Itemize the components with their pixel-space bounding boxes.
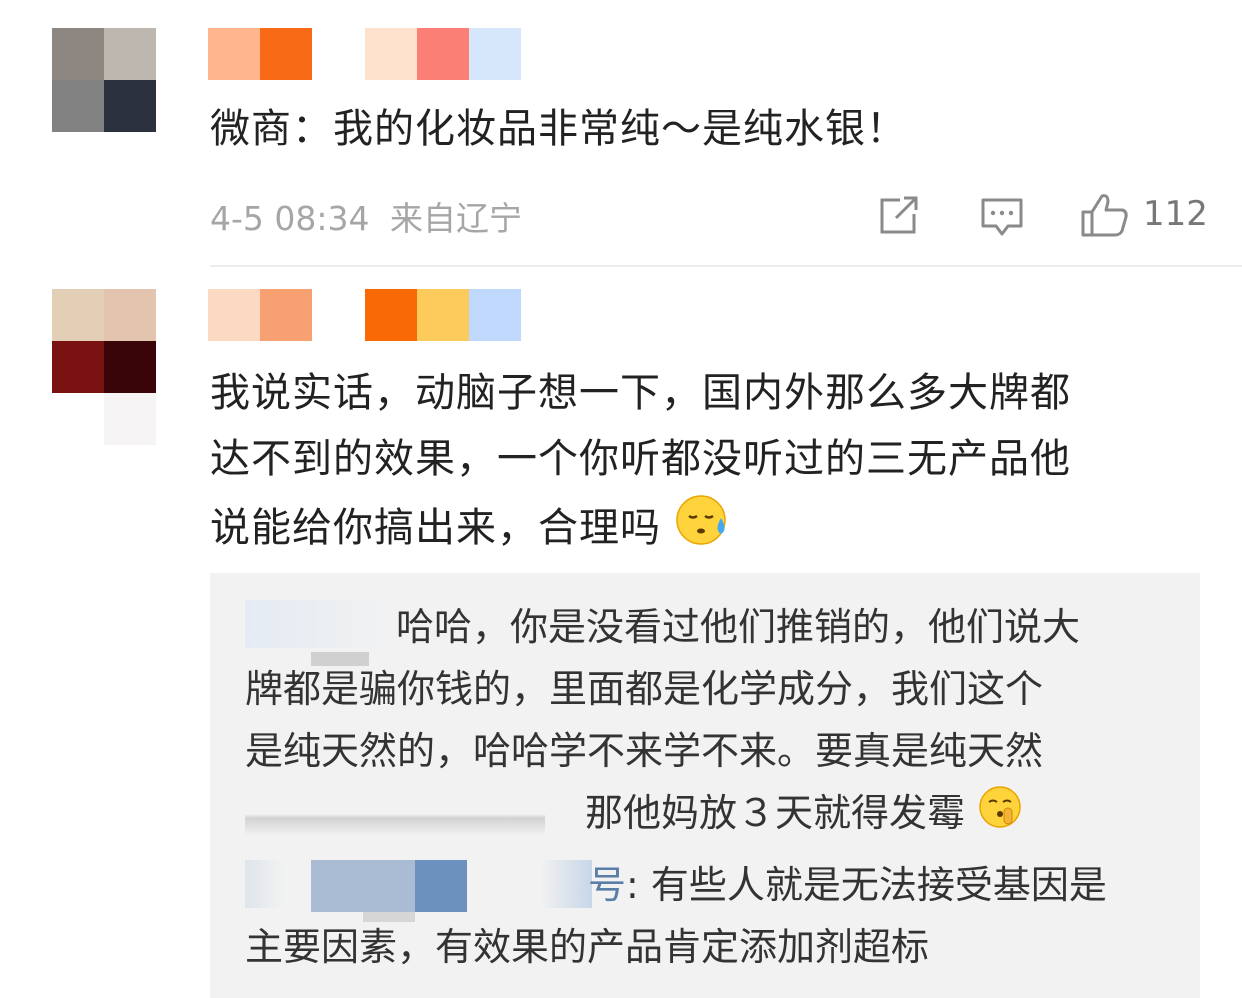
user-badges-blurred	[365, 289, 521, 341]
comment-text-line-1: 我说实话，动脑子想一下，国内外那么多大牌都	[210, 370, 1071, 416]
reply-username-blurred[interactable]	[311, 860, 415, 912]
comment-text-line-2: 达不到的效果，一个你听都没听过的三无产品他	[210, 436, 1071, 482]
reply-text-line-2: 牌都是骗你钱的，里面都是化学成分，我们这个	[245, 667, 1044, 711]
shushing-face-emoji	[977, 784, 1023, 848]
avatar[interactable]	[52, 289, 156, 393]
comment-time: 4-5 08:34	[210, 199, 370, 238]
reply-text-line-4: 那他妈放３天就得发霉	[585, 782, 1185, 848]
reply-text-line-1: 号: 有些人就是无法接受基因是	[588, 854, 1188, 916]
reply-username-tail[interactable]: 号	[588, 863, 626, 907]
thumbs-up-icon[interactable]	[1080, 192, 1130, 242]
comment-meta: 4-5 08:34 来自辽宁	[210, 192, 522, 240]
comment-icon[interactable]	[980, 196, 1024, 242]
reply-username-blurred[interactable]	[540, 860, 592, 908]
reply-text-line-1: 哈哈，你是没看过他们推销的，他们说大	[396, 596, 1176, 658]
like-count: 112	[1143, 194, 1208, 234]
reply-text-line-2: 主要因素，有效果的产品肯定添加剂超标	[245, 925, 930, 969]
reply-text-line-1-content: : 有些人就是无法接受基因是	[626, 863, 1107, 907]
divider	[210, 265, 1242, 267]
reply-username-blurred[interactable]	[245, 860, 285, 908]
reply-username-blurred[interactable]	[415, 860, 467, 912]
comment-text-line-3: 说能给你搞出来，合理吗	[210, 492, 731, 568]
reply-text-line-3: 是纯天然的，哈哈学不来学不来。要真是纯天然	[245, 729, 1044, 773]
obscured-text	[245, 796, 545, 836]
user-badges-blurred	[365, 28, 521, 80]
comment-text: 微商：我的化妆品非常纯～是纯水银！	[210, 106, 907, 152]
comment-text-line-3-content: 说能给你搞出来，合理吗	[210, 505, 661, 551]
username-blurred[interactable]	[208, 289, 312, 341]
share-icon[interactable]	[878, 196, 920, 240]
avatar[interactable]	[52, 28, 156, 132]
username-blurred[interactable]	[208, 28, 312, 80]
sweat-face-emoji	[675, 492, 731, 568]
comment-location: 来自辽宁	[390, 199, 522, 238]
reply-username-blurred[interactable]	[245, 600, 395, 648]
reply-text-line-4-content: 那他妈放３天就得发霉	[585, 791, 966, 835]
reply-text-line-1-content: 哈哈，你是没看过他们推销的，他们说大	[396, 605, 1081, 649]
avatar-fragment	[104, 393, 156, 445]
